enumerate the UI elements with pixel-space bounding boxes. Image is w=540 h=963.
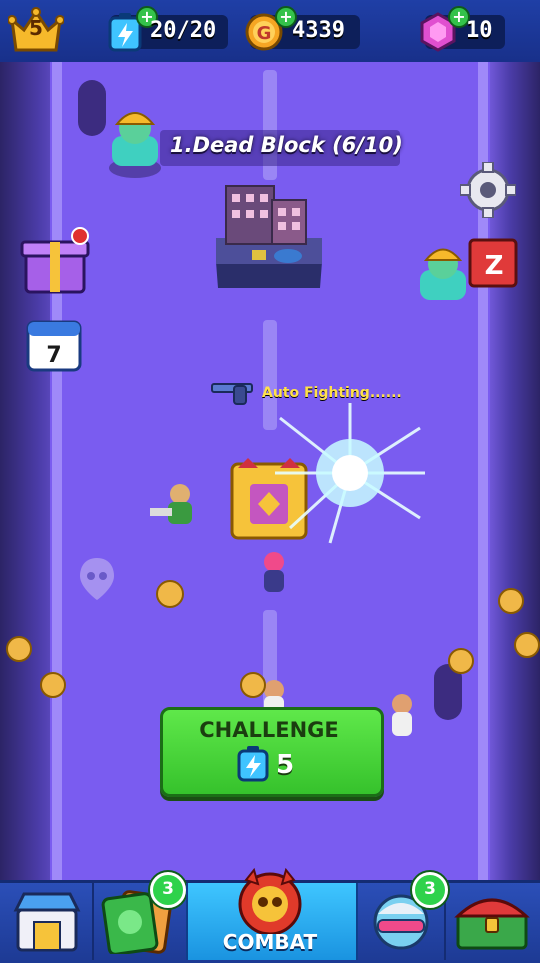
survivor-gunner	[150, 484, 192, 524]
combat-skull-icon	[238, 868, 302, 934]
attack-burst-effect	[275, 403, 425, 544]
left-curb	[52, 62, 62, 880]
coin-count: 4339	[292, 18, 345, 43]
player-level: 5	[29, 16, 43, 40]
ghost-skull-icon	[80, 558, 114, 600]
cards-notification-badge: 3	[150, 872, 186, 908]
calendar-icon[interactable]: 7	[24, 312, 86, 374]
auto-fighting-status: Auto Fighting......	[262, 385, 402, 401]
dropped-coin[interactable]	[448, 648, 474, 674]
nav-shop-icon[interactable]	[12, 888, 82, 954]
notebook-icon[interactable]: Z	[464, 236, 520, 290]
hero-notification-badge: 3	[412, 872, 448, 908]
combat-label: COMBAT	[222, 930, 318, 954]
dropped-coin[interactable]	[6, 636, 32, 662]
dropped-coin[interactable]	[514, 632, 540, 658]
nav-divider	[92, 883, 94, 960]
dropped-coin[interactable]	[156, 580, 184, 608]
stage-city-block-icon[interactable]	[212, 178, 326, 292]
survivor-pink-hair	[264, 552, 284, 592]
hardhat-zombie-left	[109, 112, 161, 178]
dropped-coin[interactable]	[240, 672, 266, 698]
gift-box-icon[interactable]	[20, 226, 92, 296]
settings-gear-icon[interactable]	[460, 162, 516, 218]
notebook-letter: Z	[485, 251, 504, 281]
stage-title: 1.Dead Block (6/10)	[170, 133, 403, 157]
dropped-coin[interactable]	[498, 588, 524, 614]
energy-count: 20/20	[150, 18, 217, 43]
dropped-coin[interactable]	[40, 672, 66, 698]
nav-treasure-chest-icon[interactable]	[454, 888, 530, 952]
calendar-day: 7	[46, 343, 61, 368]
energy-battery-icon	[237, 746, 269, 782]
challenge-label: CHALLENGE	[199, 718, 339, 742]
svg-text:G: G	[257, 23, 272, 44]
revolver-icon	[211, 383, 253, 405]
challenge-energy-cost: 5	[276, 750, 295, 780]
gem-count: 10	[466, 18, 493, 43]
survivor-orange-hair	[392, 694, 412, 736]
